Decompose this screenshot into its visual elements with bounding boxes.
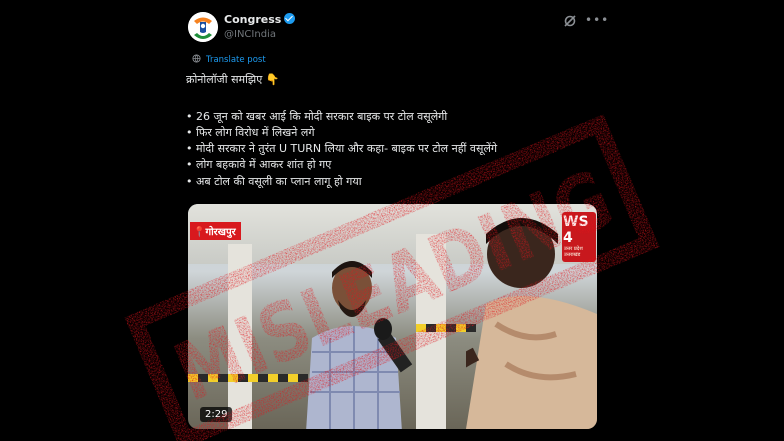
tweet: Congress @INCIndia ••• Translate post क्… [0, 0, 784, 441]
author-handle[interactable]: @INCIndia [224, 29, 276, 40]
translate-label: Translate post [206, 55, 266, 65]
microphone [374, 318, 392, 340]
news-logo-text: WS 4 [563, 214, 589, 246]
post-text-line: • लोग बहकावे में आकर शांत हो गए [186, 158, 332, 171]
author-name[interactable]: Congress [224, 13, 296, 26]
location-tag-text: गोरखपुर [205, 227, 236, 238]
news-channel-logo: WS 4 उत्तर प्रदेश उत्तराखंड [562, 212, 596, 262]
grok-icon[interactable] [563, 14, 577, 28]
barrier-stripe [188, 374, 308, 382]
congress-logo-avatar[interactable] [188, 12, 218, 42]
post-text-line: • फिर लोग विरोध में लिखने लगे [186, 126, 315, 139]
author-name-text: Congress [224, 13, 282, 26]
globe-icon [192, 54, 201, 63]
toll-pillar [228, 244, 252, 429]
post-text-line: • मोदी सरकार ने तुरंत U TURN लिया और कहा… [186, 142, 498, 155]
post-text-line: • अब टोल की वसूली का प्लान लागू हो गया [186, 175, 362, 188]
post-text-line: क्रोनोलॉजी समझिए 👇 [186, 73, 280, 86]
news-logo-subtext: उत्तर प्रदेश उत्तराखंड [564, 246, 583, 258]
post-text-line: • 26 जून को खबर आई कि मोदी सरकार बाइक पर… [186, 110, 448, 123]
verified-badge-icon [284, 13, 296, 24]
more-icon[interactable]: ••• [585, 13, 609, 27]
video-player[interactable]: 📍गोरखपुर WS 4 उत्तर प्रदेश उत्तराखंड 2:2… [188, 204, 597, 429]
translate-post-link[interactable]: Translate post [192, 54, 266, 65]
video-duration: 2:29 [200, 407, 233, 422]
location-tag: 📍गोरखपुर [190, 222, 241, 240]
